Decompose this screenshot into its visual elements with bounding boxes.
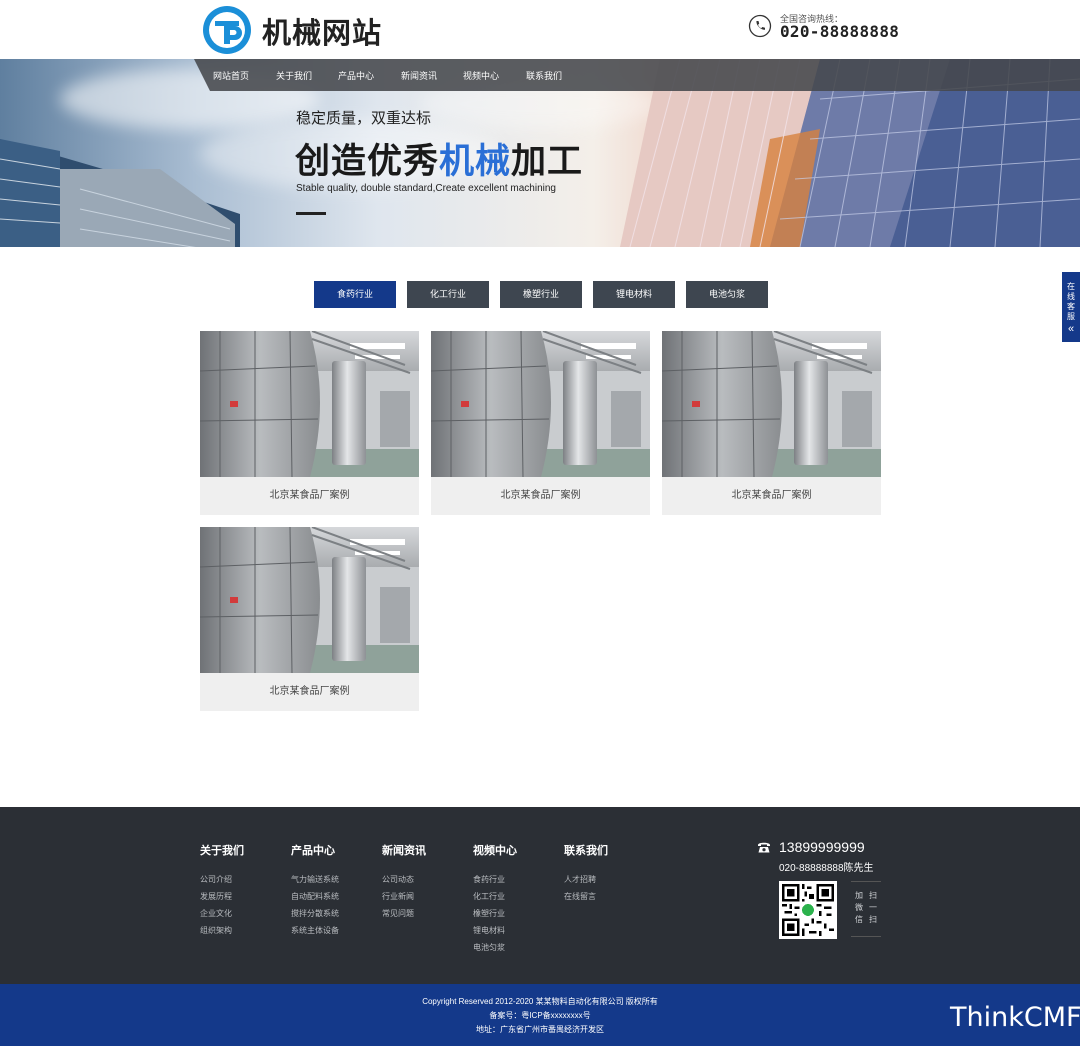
case-caption[interactable]: 北京某食品厂案例: [662, 477, 881, 515]
tab-rubber-plastic[interactable]: 橡塑行业: [500, 281, 582, 308]
case-card[interactable]: 北京某食品厂案例: [200, 527, 419, 711]
qr-code-icon: [779, 881, 837, 939]
case-photo[interactable]: [431, 331, 650, 477]
footer-link[interactable]: 发展历程: [200, 891, 232, 902]
footer-link[interactable]: 组织架构: [200, 925, 232, 936]
building-left-image: [0, 139, 240, 247]
hotline-number: 020-88888888: [780, 22, 900, 41]
banner-title-prefix: 创造优秀: [295, 142, 440, 182]
banner-title: 创造优秀机械加工: [295, 133, 583, 184]
footer-link[interactable]: 橡塑行业: [473, 908, 505, 919]
footer-contact: 020-88888888陈先生: [779, 863, 874, 874]
nav-about[interactable]: 关于我们: [276, 69, 312, 82]
online-service-button[interactable]: 在线客服 «: [1062, 272, 1080, 342]
online-service-label: 在线客服: [1067, 282, 1075, 321]
icp-record[interactable]: 备案号：粤ICP备xxxxxxxx号: [0, 1010, 1080, 1021]
telephone-icon: [758, 842, 770, 853]
footer-col-title[interactable]: 视频中心: [473, 842, 517, 858]
footer-link[interactable]: 人才招聘: [564, 874, 596, 885]
banner-title-highlight: 机械: [439, 142, 512, 182]
footer-link[interactable]: 公司介绍: [200, 874, 232, 885]
qr-caption: 加微信 扫一扫: [851, 881, 881, 937]
case-caption[interactable]: 北京某食品厂案例: [200, 477, 419, 515]
footer-link[interactable]: 电池匀浆: [473, 942, 505, 953]
footer-link[interactable]: 自动配料系统: [291, 891, 339, 902]
qr-caption-col1: 加微信: [855, 891, 863, 924]
banner-title-suffix: 加工: [511, 142, 584, 182]
footer-link[interactable]: 常见问题: [382, 908, 414, 919]
case-card[interactable]: 北京某食品厂案例: [200, 331, 419, 515]
footer-col-title[interactable]: 新闻资讯: [382, 842, 426, 858]
nav-news[interactable]: 新闻资讯: [401, 69, 437, 82]
tab-lithium[interactable]: 锂电材料: [593, 281, 675, 308]
copyright-text: Copyright Reserved 2012-2020 某某物料自动化有限公司…: [422, 997, 658, 1006]
tab-battery-slurry[interactable]: 电池匀浆: [686, 281, 768, 308]
qr-caption-col2: 扫一扫: [869, 891, 877, 924]
nav-videos[interactable]: 视频中心: [463, 69, 499, 82]
site-title[interactable]: 机械网站: [262, 10, 382, 52]
footer-col-title[interactable]: 关于我们: [200, 842, 244, 858]
footer-link[interactable]: 行业新闻: [382, 891, 414, 902]
banner-divider: [296, 212, 326, 215]
footer-link[interactable]: 企业文化: [200, 908, 232, 919]
thinkcmf-watermark: ThinkCMF: [950, 1002, 1080, 1033]
case-card[interactable]: 北京某食品厂案例: [431, 331, 650, 515]
hero-banner: 网站首页 关于我们 产品中心 新闻资讯 视频中心 联系我们 稳定质量，双重达标 …: [0, 59, 1080, 247]
case-caption[interactable]: 北京某食品厂案例: [200, 673, 419, 711]
footer-link[interactable]: 锂电材料: [473, 925, 505, 936]
footer-link[interactable]: 搅拌分散系统: [291, 908, 339, 919]
nav-products[interactable]: 产品中心: [338, 69, 374, 82]
banner-english: Stable quality, double standard,Create e…: [296, 183, 556, 194]
footer-col-title[interactable]: 联系我们: [564, 842, 608, 858]
copyright-bar: Copyright Reserved 2012-2020 某某物料自动化有限公司…: [0, 984, 1080, 1046]
footer-link[interactable]: 公司动态: [382, 874, 414, 885]
nav-contact[interactable]: 联系我们: [526, 69, 562, 82]
case-photo[interactable]: [200, 527, 419, 673]
tab-food-pharma[interactable]: 食药行业: [314, 281, 396, 308]
footer-phone: 13899999999: [779, 839, 865, 855]
tab-chemical[interactable]: 化工行业: [407, 281, 489, 308]
case-photo[interactable]: [662, 331, 881, 477]
footer-link[interactable]: 在线留言: [564, 891, 596, 902]
footer-link[interactable]: 食药行业: [473, 874, 505, 885]
nav-home[interactable]: 网站首页: [213, 69, 249, 82]
banner-subtitle: 稳定质量，双重达标: [296, 110, 432, 127]
company-address: 地址：广东省广州市番禺经济开发区: [476, 1025, 604, 1034]
site-header: 机械网站 全国咨询热线： 020-88888888: [0, 0, 1080, 59]
footer-link[interactable]: 化工行业: [473, 891, 505, 902]
logo-icon[interactable]: [201, 4, 253, 56]
footer-link[interactable]: 气力输送系统: [291, 874, 339, 885]
site-footer: 关于我们 公司介绍 发展历程 企业文化 组织架构 产品中心 气力输送系统 自动配…: [0, 807, 1080, 984]
case-caption[interactable]: 北京某食品厂案例: [431, 477, 650, 515]
case-card[interactable]: 北京某食品厂案例: [662, 331, 881, 515]
footer-link[interactable]: 系统主体设备: [291, 925, 339, 936]
case-photo[interactable]: [200, 331, 419, 477]
footer-col-title[interactable]: 产品中心: [291, 842, 335, 858]
phone-icon: [748, 14, 772, 38]
main-nav: [194, 59, 1080, 91]
double-chevron-left-icon: «: [1067, 323, 1075, 335]
